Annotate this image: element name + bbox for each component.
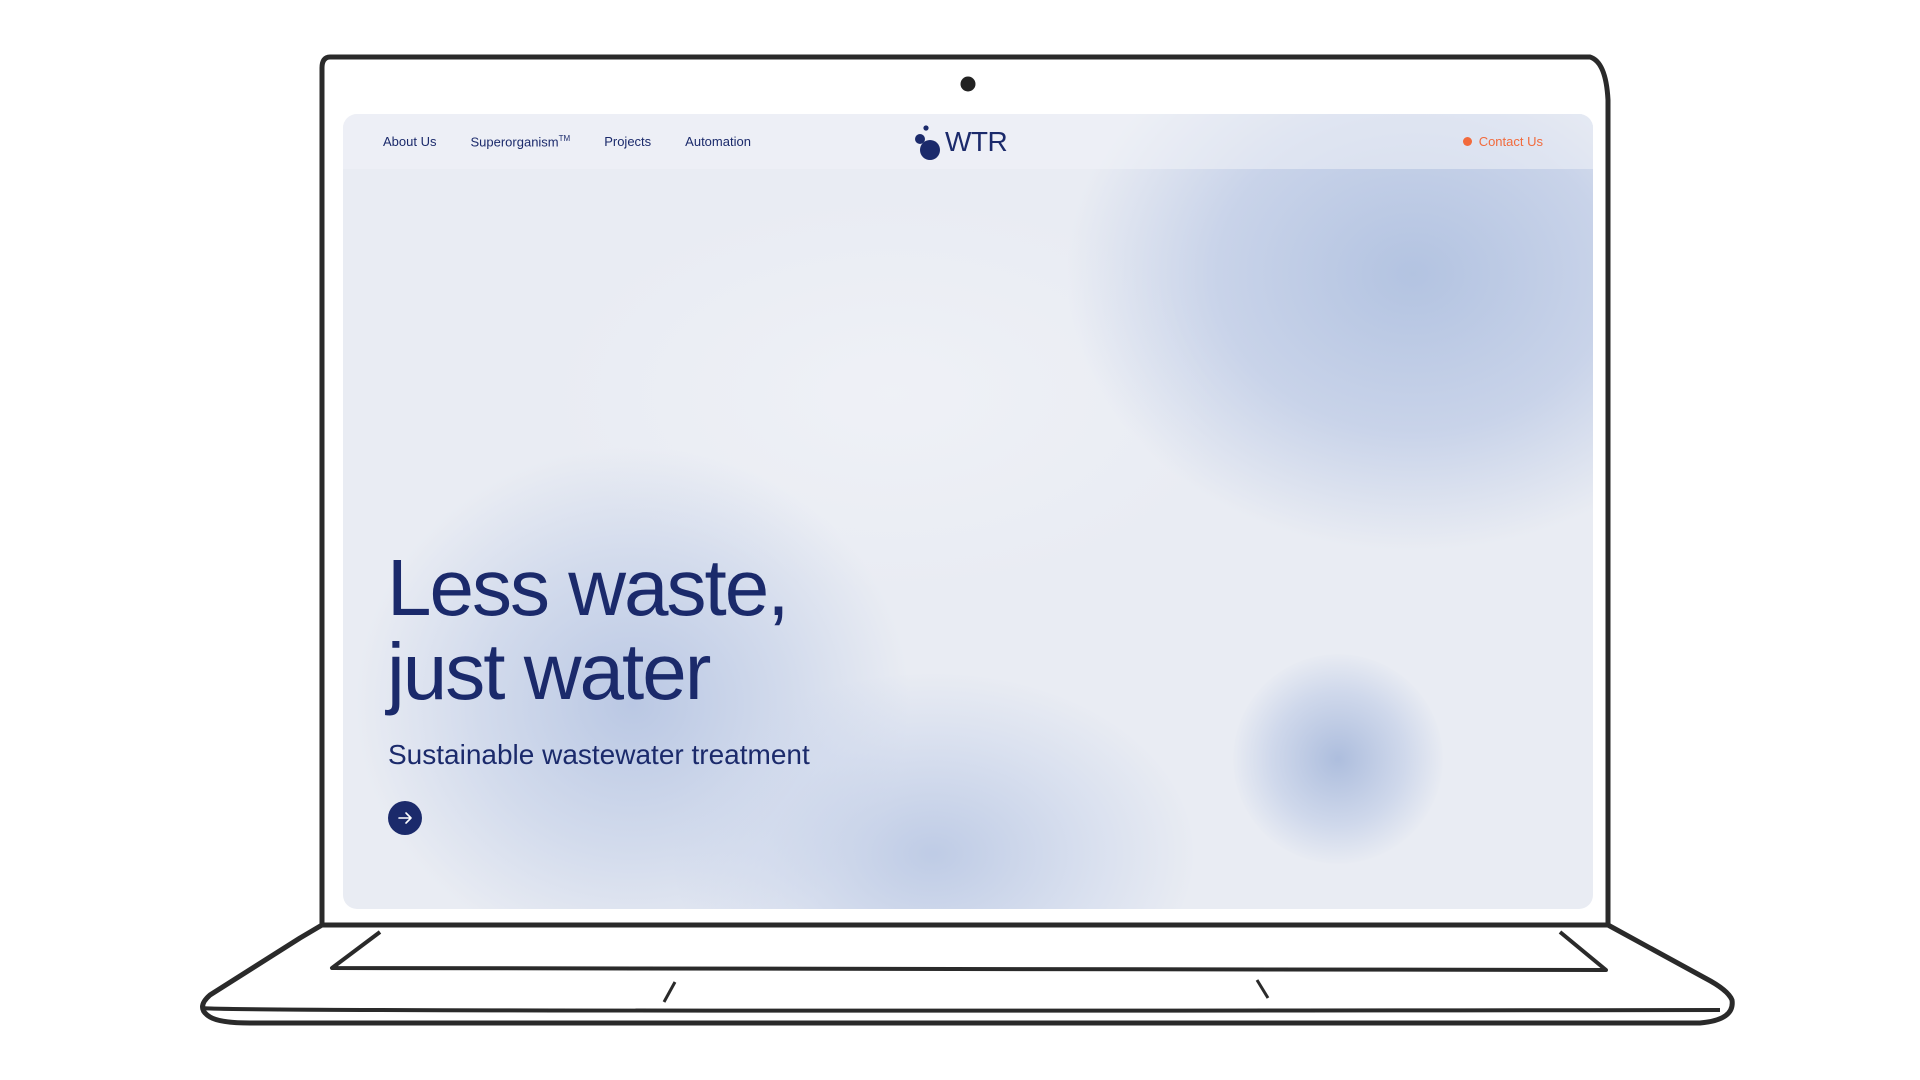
hero-cta-button[interactable] (388, 801, 422, 835)
nav-link-label: Superorganism (470, 134, 559, 150)
trademark-mark: TM (558, 133, 571, 143)
arrow-right-icon (398, 812, 412, 824)
nav-links: About Us SuperorganismTM Projects Automa… (383, 114, 751, 169)
top-navigation: About Us SuperorganismTM Projects Automa… (343, 114, 1593, 169)
orange-dot-icon (1462, 137, 1472, 146)
keyboard-recess (330, 930, 1608, 972)
nav-link-superorganism[interactable]: SuperorganismTM (470, 134, 570, 149)
hero-title-line: just water (387, 627, 711, 716)
droplets-logo-icon (915, 125, 940, 160)
hero-title: Less waste, just water (387, 543, 789, 716)
hero-subtitle: Sustainable wastewater treatment (388, 739, 810, 770)
camera-icon (960, 76, 976, 92)
nav-link-projects[interactable]: Projects (604, 134, 651, 149)
laptop-scene: About Us SuperorganismTM Projects Automa… (0, 0, 1920, 1080)
logo-text: WTR (945, 126, 1008, 157)
nav-link-label: Automation (685, 134, 751, 149)
nav-link-label: Projects (604, 134, 652, 149)
background-blob (1233, 654, 1443, 864)
hero-title-line: Less waste, (387, 543, 789, 632)
nav-link-automation[interactable]: Automation (685, 134, 751, 149)
wtr-logo[interactable]: WTR (913, 120, 1008, 164)
nav-link-about-us[interactable]: About Us (383, 134, 436, 149)
contact-us-label: Contact Us (1478, 134, 1543, 149)
website-screen: About Us SuperorganismTM Projects Automa… (343, 114, 1593, 909)
contact-us-link[interactable]: Contact Us (1462, 114, 1543, 169)
nav-link-label: About Us (383, 134, 437, 149)
